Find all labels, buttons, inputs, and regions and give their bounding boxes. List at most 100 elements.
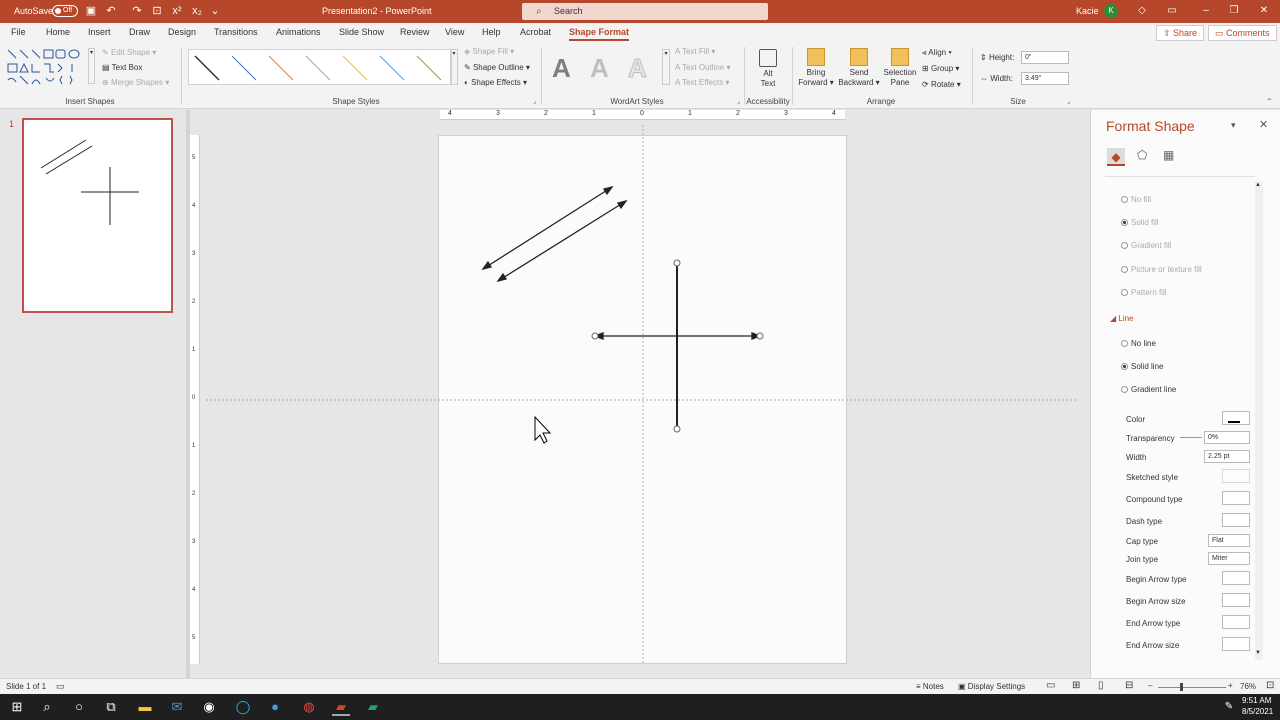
- effects-tab-icon[interactable]: ⬠: [1137, 148, 1147, 162]
- shape-outline-button[interactable]: ✎ Shape Outline ▾: [464, 63, 530, 72]
- radio-button[interactable]: [1121, 289, 1128, 296]
- diagonal-arrow-line-2[interactable]: [497, 200, 627, 282]
- tab-insert[interactable]: Insert: [88, 27, 111, 37]
- radio-button[interactable]: [1121, 266, 1128, 273]
- tab-draw[interactable]: Draw: [129, 27, 150, 37]
- radio-button[interactable]: [1121, 196, 1128, 203]
- merge-shapes-button[interactable]: ⊕ Merge Shapes ▾: [102, 78, 169, 87]
- end-arrow-type-dropdown[interactable]: [1222, 615, 1250, 629]
- shape-fill-button[interactable]: ◈ Shape Fill ▾: [464, 47, 514, 56]
- search-box[interactable]: ⌕ Search: [522, 3, 768, 20]
- transparency-slider[interactable]: [1180, 437, 1202, 438]
- shape-style-swatch[interactable]: [379, 55, 405, 81]
- spellcheck-icon[interactable]: ▭: [56, 681, 65, 692]
- fill-option[interactable]: Solid fill: [1121, 218, 1159, 227]
- tab-home[interactable]: Home: [46, 27, 70, 37]
- clock-time[interactable]: 9:51 AM: [1242, 696, 1271, 705]
- height-input[interactable]: 0": [1021, 51, 1069, 64]
- fill-option[interactable]: Gradient fill: [1121, 241, 1171, 250]
- fill-option[interactable]: No fill: [1121, 195, 1151, 204]
- diamond-icon[interactable]: ◇: [1134, 4, 1150, 18]
- save-icon[interactable]: ▣: [84, 4, 98, 18]
- text-outline-button[interactable]: A Text Outline ▾: [675, 63, 730, 72]
- chrome-icon[interactable]: ◍: [300, 698, 318, 716]
- zoom-level[interactable]: 76%: [1240, 682, 1256, 691]
- selection-handle[interactable]: [673, 259, 681, 267]
- shape-style-swatch[interactable]: [268, 55, 294, 81]
- align-button[interactable]: ⫷ Align ▾: [922, 48, 952, 58]
- dash-type-dropdown[interactable]: [1222, 513, 1250, 527]
- superscript-icon[interactable]: x²: [170, 4, 184, 18]
- radio-button[interactable]: [1121, 363, 1128, 370]
- width-input[interactable]: 3.49": [1021, 72, 1069, 85]
- notes-button[interactable]: ≡ Notes: [916, 682, 944, 691]
- join-type-dropdown[interactable]: Miter: [1208, 552, 1250, 565]
- shapes-gallery-more[interactable]: ▾: [88, 48, 95, 84]
- radio-button[interactable]: [1121, 242, 1128, 249]
- shape-style-swatch[interactable]: [231, 55, 257, 81]
- dialog-launcher-icon[interactable]: ⌟: [1067, 97, 1070, 105]
- tab-shape-format[interactable]: Shape Format: [569, 27, 630, 41]
- selection-handle[interactable]: [673, 425, 681, 433]
- send-backward-button[interactable]: Send Backward ▾: [838, 48, 880, 88]
- windows-start-icon[interactable]: ⊞: [8, 698, 26, 716]
- text-box-button[interactable]: ▤ Text Box: [102, 63, 142, 72]
- powerpoint-icon[interactable]: ▰: [332, 698, 350, 716]
- bring-forward-button[interactable]: Bring Forward ▾: [796, 48, 836, 88]
- shape-style-swatch[interactable]: [342, 55, 368, 81]
- subscript-icon[interactable]: x₂: [190, 4, 204, 18]
- wordart-style-2[interactable]: A: [590, 53, 609, 84]
- mail-icon[interactable]: ✉: [168, 698, 186, 716]
- color-picker[interactable]: [1222, 411, 1250, 425]
- clock-date[interactable]: 8/5/2021: [1242, 707, 1273, 716]
- group-button[interactable]: ⊞ Group ▾: [922, 64, 959, 73]
- close-icon[interactable]: ✕: [1256, 4, 1272, 18]
- share-button[interactable]: ⇪ Share: [1156, 25, 1205, 41]
- fill-line-tab-icon[interactable]: ◆: [1107, 148, 1125, 166]
- wordart-gallery-more[interactable]: ▾: [662, 49, 670, 85]
- ribbon-display-icon[interactable]: ▭: [1164, 4, 1180, 18]
- line-option[interactable]: Gradient line: [1121, 385, 1176, 394]
- zoom-slider[interactable]: [1158, 687, 1226, 688]
- tab-view[interactable]: View: [445, 27, 464, 37]
- rotate-button[interactable]: ⟳ Rotate ▾: [922, 80, 961, 89]
- tab-transitions[interactable]: Transitions: [214, 27, 258, 37]
- customize-qat-icon[interactable]: ⌄: [208, 4, 222, 18]
- text-effects-button[interactable]: A Text Effects ▾: [675, 78, 729, 87]
- wordart-style-3[interactable]: A: [628, 53, 648, 84]
- pane-options-icon[interactable]: ▾: [1231, 120, 1236, 131]
- autosave-toggle[interactable]: Off: [52, 5, 78, 17]
- shape-effects-button[interactable]: ◐ Shape Effects ▾: [464, 78, 527, 87]
- selection-handle[interactable]: [756, 332, 764, 340]
- size-properties-tab-icon[interactable]: ▦: [1163, 148, 1174, 162]
- wordart-style-1[interactable]: A: [552, 53, 571, 84]
- compound-type-dropdown[interactable]: [1222, 491, 1250, 505]
- normal-view-icon[interactable]: ▭: [1046, 680, 1055, 691]
- tab-help[interactable]: Help: [482, 27, 501, 37]
- dialog-launcher-icon[interactable]: ⌟: [737, 97, 740, 105]
- selection-handle[interactable]: [591, 332, 599, 340]
- tab-slide-show[interactable]: Slide Show: [339, 27, 384, 37]
- collapse-ribbon-icon[interactable]: ⌃: [1266, 97, 1273, 106]
- zoom-out-icon[interactable]: –: [1148, 681, 1152, 690]
- tab-file[interactable]: File: [11, 27, 26, 37]
- alt-text-button[interactable]: Alt Text: [752, 49, 784, 89]
- shape-style-swatch[interactable]: [194, 55, 220, 81]
- file-explorer-icon[interactable]: ▬: [136, 698, 154, 716]
- shape-styles-gallery[interactable]: [188, 49, 452, 85]
- tab-animations[interactable]: Animations: [276, 27, 321, 37]
- sketched-style-dropdown[interactable]: [1222, 469, 1250, 483]
- shapes-gallery[interactable]: [6, 48, 90, 90]
- cortana-icon[interactable]: ○: [70, 698, 88, 716]
- cap-type-dropdown[interactable]: Flat: [1208, 534, 1250, 547]
- selection-pane-button[interactable]: Selection Pane: [882, 48, 918, 88]
- undo-icon[interactable]: ↶: [104, 4, 118, 18]
- diagonal-arrow-line-1[interactable]: [482, 186, 613, 270]
- display-settings-button[interactable]: ▣ Display Settings: [958, 682, 1025, 691]
- pen-icon[interactable]: ✎: [1220, 698, 1238, 716]
- text-fill-button[interactable]: A Text Fill ▾: [675, 47, 715, 56]
- line-width-input[interactable]: 2.25 pt: [1204, 450, 1250, 463]
- slide-sorter-icon[interactable]: ⊞: [1072, 680, 1080, 691]
- edge-icon[interactable]: ●: [266, 698, 284, 716]
- minimize-icon[interactable]: –: [1198, 4, 1214, 18]
